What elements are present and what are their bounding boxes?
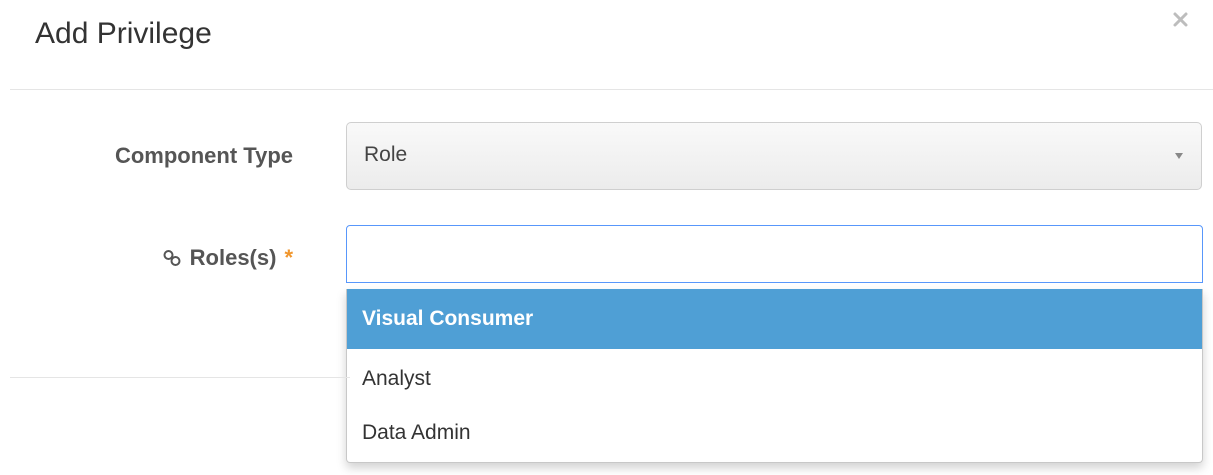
close-icon: [1173, 12, 1188, 27]
component-type-select[interactable]: Role: [346, 122, 1202, 190]
roles-label-text: Roles(s): [189, 245, 277, 270]
roles-search-input[interactable]: [346, 225, 1203, 283]
roles-option-data-admin[interactable]: Data Admin: [347, 406, 1202, 460]
close-button[interactable]: [1171, 10, 1191, 30]
roles-dropdown-list: Visual Consumer Analyst Data Admin: [346, 289, 1203, 463]
required-marker: *: [284, 245, 293, 270]
roles-option-analyst[interactable]: Analyst: [347, 352, 1202, 406]
dialog-title: Add Privilege: [35, 17, 212, 50]
component-type-value: Role: [364, 143, 408, 166]
footer-divider: [10, 377, 350, 378]
chevron-down-icon: [1175, 153, 1183, 159]
roles-label: Roles(s) *: [162, 245, 293, 271]
component-type-label: Component Type: [114, 143, 293, 168]
link-icon: [163, 250, 181, 266]
roles-option-visual-consumer[interactable]: Visual Consumer: [347, 289, 1202, 349]
header-divider: [10, 89, 1213, 90]
add-privilege-dialog: Add Privilege Component Type Role Roles(…: [0, 0, 1213, 475]
